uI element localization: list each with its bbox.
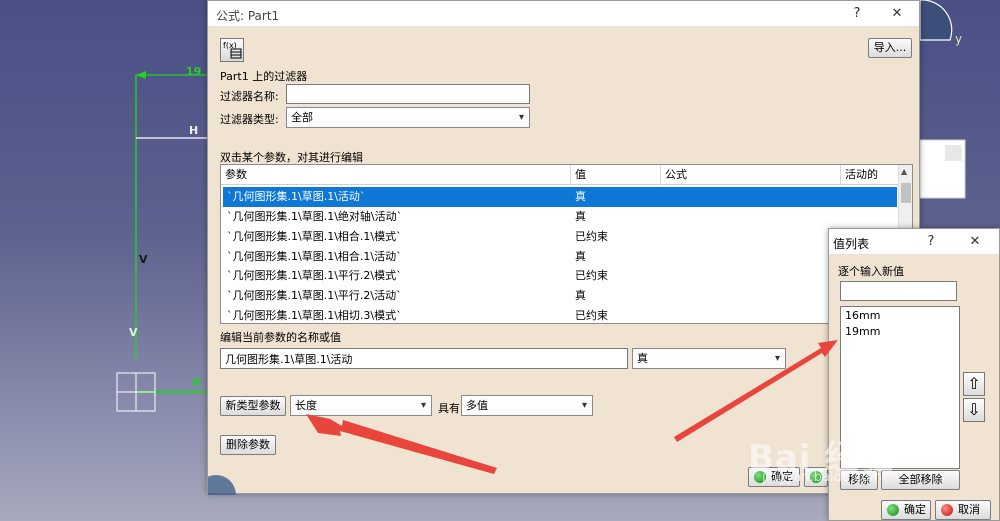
list-item[interactable]: 16mm [841, 307, 959, 323]
filter-name-label: 过滤器名称: [220, 90, 279, 103]
sketch-dimension-label: 19 [186, 65, 202, 78]
new-param-button[interactable]: 新类型参数 [220, 396, 286, 416]
formula-titlebar: 公式: Part1 ? ✕ [208, 1, 919, 27]
row-value: 真 [575, 190, 586, 203]
value-list-title: 值列表 [833, 237, 870, 251]
edit-value-select[interactable]: 真 ▾ [632, 348, 786, 369]
filter-on-label: Part1 上的过滤器 [220, 70, 308, 83]
filter-type-label: 过滤器类型: [220, 113, 279, 126]
value-list-caption: 逐个输入新值 [838, 265, 904, 278]
ok-label: 确定 [904, 503, 926, 516]
value-list-cancel-button[interactable]: 取消 [935, 500, 991, 520]
value-list-titlebar: 值列表 ? ✕ [829, 229, 999, 255]
table-row[interactable]: `几何图形集.1\草图.1\绝对轴\活动` 真 [223, 207, 897, 227]
table-row[interactable]: `几何图形集.1\草图.1\相切.3\模式` 已约束 [223, 306, 897, 323]
globe-icon [208, 475, 236, 495]
column-header-formula[interactable]: 公式 [661, 165, 841, 185]
sketch-h-bottom-label: H [192, 376, 202, 389]
param-type-select[interactable]: 长度 ▾ [290, 395, 432, 416]
parameter-table[interactable]: 参数 值 公式 活动的 `几何图形集.1\草图.1\活动` 真 `几何图形集.1… [220, 164, 913, 324]
row-param: `几何图形集.1\草图.1\相切.3\模式` [227, 309, 402, 322]
formula-dialog: 公式: Part1 ? ✕ f(x) 导入... Part1 上的过滤器 过滤器… [207, 0, 920, 495]
formula-tool-button[interactable]: f(x) [220, 38, 244, 62]
filter-type-value: 全部 [291, 111, 313, 124]
chevron-down-icon: ▾ [774, 353, 780, 364]
arrow-up-icon: ⇧ [967, 374, 981, 393]
row-param: `几何图形集.1\草图.1\平行.2\模式` [227, 269, 402, 282]
multi-value-select[interactable]: 多值 ▾ [461, 395, 593, 416]
table-row[interactable]: `几何图形集.1\草图.1\相合.1\活动` 真 [223, 247, 897, 267]
close-button[interactable]: ✕ [885, 4, 909, 24]
help-button[interactable]: ? [845, 4, 869, 24]
table-row[interactable]: `几何图形集.1\草图.1\平行.2\模式` 已约束 [223, 266, 897, 286]
move-up-button[interactable]: ⇧ [963, 372, 985, 396]
row-param: `几何图形集.1\草图.1\绝对轴\活动` [227, 210, 403, 223]
dialog-title: 公式: Part1 [216, 9, 280, 23]
import-button[interactable]: 导入... [868, 38, 912, 58]
value-list-ok-button[interactable]: 确定 [881, 500, 931, 520]
axis-y-label: y [955, 32, 963, 46]
row-value: 真 [575, 250, 586, 263]
row-param: `几何图形集.1\草图.1\相合.1\活动` [227, 250, 402, 263]
scroll-up-icon[interactable]: ▲ [901, 167, 907, 176]
row-param: `几何图形集.1\草图.1\平行.2\活动` [227, 289, 402, 302]
ok-green-icon [887, 504, 899, 516]
chevron-down-icon: ▾ [581, 400, 587, 411]
formula-tool-icon: f(x) [223, 41, 242, 59]
edit-name-input[interactable] [220, 348, 628, 369]
param-type-value: 长度 [295, 399, 317, 412]
row-value: 已约束 [575, 309, 608, 322]
multi-value: 多值 [466, 399, 488, 412]
edit-caption: 编辑当前参数的名称或值 [220, 331, 341, 344]
with-label: 具有 [438, 402, 460, 415]
column-header-value[interactable]: 值 [571, 165, 661, 185]
filter-type-select[interactable]: 全部 ▾ [286, 107, 530, 128]
watermark-url: jingyan.baidu.com [762, 470, 882, 485]
column-header-active[interactable]: 活动的 [841, 165, 899, 185]
sketch-v-label: V [139, 253, 148, 266]
row-value: 已约束 [575, 230, 608, 243]
value-list-close-button[interactable]: ✕ [963, 232, 987, 252]
new-value-input[interactable] [840, 281, 957, 301]
filter-name-input[interactable] [286, 84, 530, 104]
row-param: `几何图形集.1\草图.1\活动` [227, 190, 366, 203]
cancel-red-icon [941, 504, 953, 516]
row-value: 真 [575, 210, 586, 223]
list-item[interactable]: 19mm [841, 323, 959, 339]
table-caption: 双击某个参数，对其进行编辑 [220, 151, 363, 164]
compass-icon [919, 0, 953, 41]
arrow-down-icon: ⇩ [967, 400, 981, 419]
row-param: `几何图形集.1\草图.1\相合.1\模式` [227, 230, 402, 243]
value-list-help-button[interactable]: ? [919, 232, 943, 252]
table-header: 参数 值 公式 活动的 [221, 165, 899, 185]
delete-param-button[interactable]: 删除参数 [220, 435, 276, 455]
sketch-h-label: H [189, 124, 199, 137]
sketch-v-lower-label: V [129, 326, 138, 339]
table-row[interactable]: `几何图形集.1\草图.1\平行.2\活动` 真 [223, 286, 897, 306]
row-value: 真 [575, 289, 586, 302]
cancel-label: 取消 [958, 503, 980, 516]
scroll-thumb[interactable] [901, 183, 911, 203]
edit-value: 真 [637, 352, 648, 365]
table-row[interactable]: `几何图形集.1\草图.1\相合.1\模式` 已约束 [223, 227, 897, 247]
column-header-parameter[interactable]: 参数 [221, 165, 571, 185]
row-value: 已约束 [575, 269, 608, 282]
table-row[interactable]: `几何图形集.1\草图.1\活动` 真 [223, 187, 897, 207]
chevron-down-icon: ▾ [518, 112, 524, 123]
move-down-button[interactable]: ⇩ [963, 398, 985, 422]
chevron-down-icon: ▾ [420, 400, 426, 411]
